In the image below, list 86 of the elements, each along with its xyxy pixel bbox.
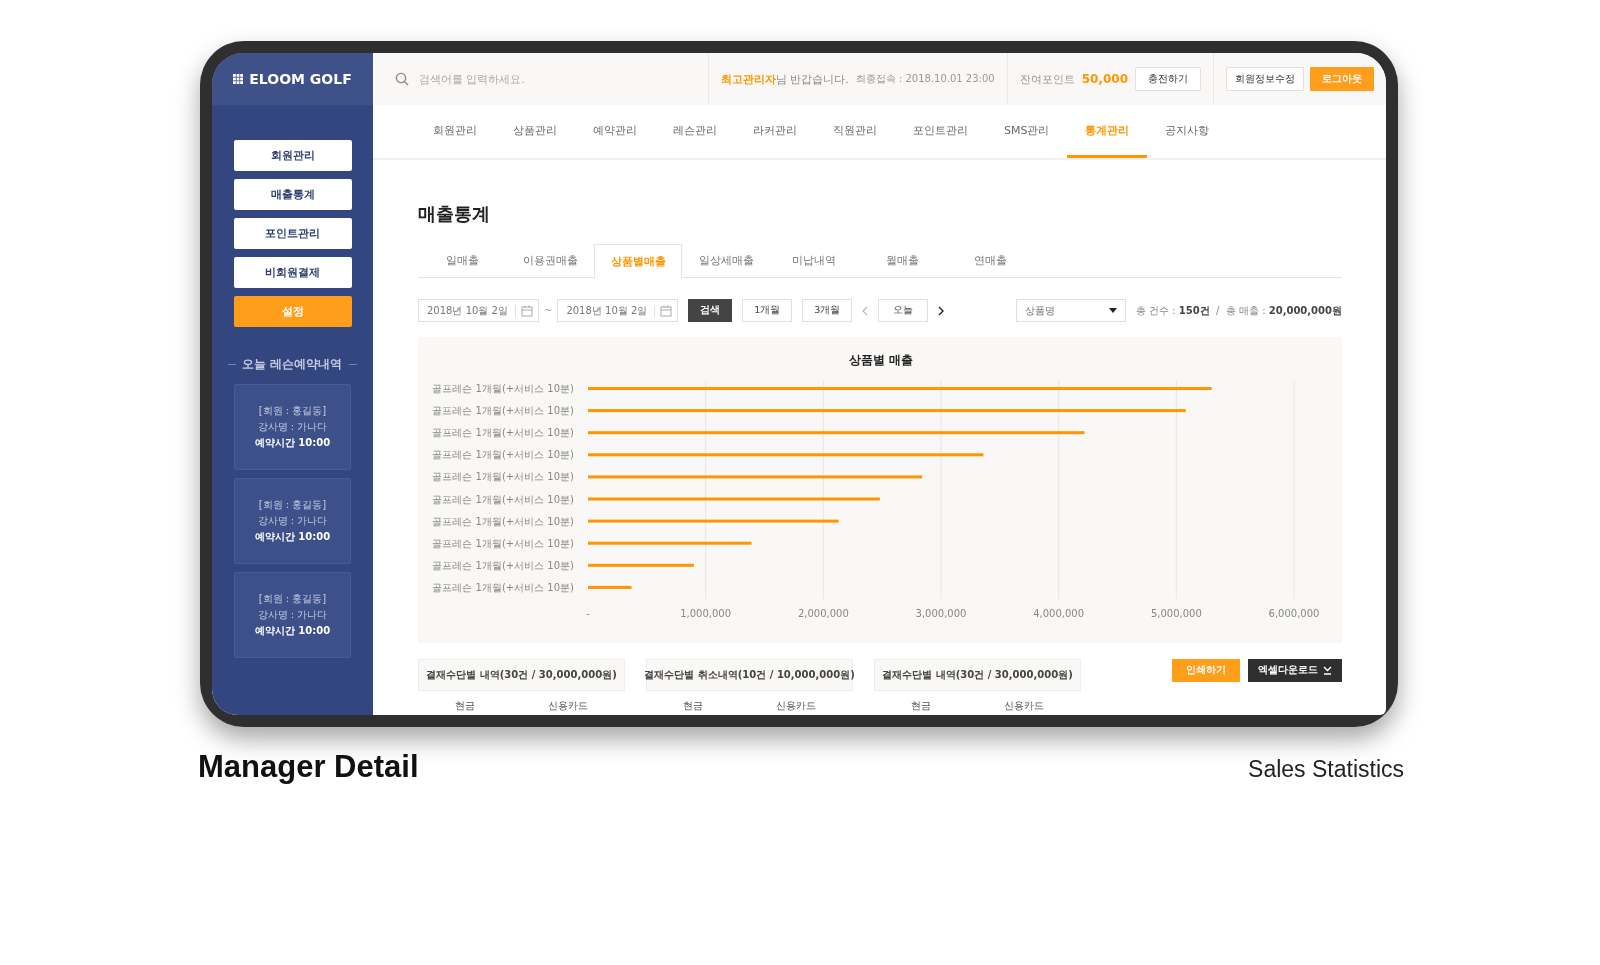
range-separator: ~ xyxy=(544,305,553,316)
category-label: 골프레슨 1개월(+서비스 10분) xyxy=(432,427,574,439)
chevron-left-icon[interactable] xyxy=(862,305,869,316)
nav-tab[interactable]: 예약관리 xyxy=(575,105,655,158)
column-header: 신용카드 xyxy=(1004,699,1045,713)
sub-tab[interactable]: 월매출 xyxy=(858,244,946,277)
category-label: 골프레슨 1개월(+서비스 10분) xyxy=(432,471,574,483)
member-text: [회원 : 홍길동] xyxy=(258,592,327,606)
date-field[interactable]: 2018년 10월 2일 xyxy=(558,305,655,316)
search-icon[interactable] xyxy=(395,72,409,86)
instructor-text: 강사명 : 가나다 xyxy=(257,608,328,622)
summary-text: 총 건수 : 150건 / 총 매출 : 20,000,000원 xyxy=(1135,303,1342,318)
nav-tab[interactable]: 라커관리 xyxy=(735,105,815,158)
category-label: 골프레슨 1개월(+서비스 10분) xyxy=(432,559,574,571)
category-label: 골프레슨 1개월(+서비스 10분) xyxy=(432,581,574,593)
instructor-text: 강사명 : 가나다 xyxy=(257,420,328,434)
category-label: 골프레슨 1개월(+서비스 10분) xyxy=(432,449,574,461)
product-select[interactable]: 상품명 xyxy=(1015,299,1126,322)
nav-tab[interactable]: 공지사항 xyxy=(1147,105,1228,158)
date-picker[interactable]: 2018년 10월 2일 xyxy=(418,299,539,322)
reservation-time: 예약시간 10:00 xyxy=(254,624,331,638)
summary-header: 결재수단별 내역(30건 / 30,000,000원) xyxy=(874,659,1081,691)
sub-tab[interactable]: 연매출 xyxy=(946,244,1034,277)
category-label: 골프레슨 1개월(+서비스 10분) xyxy=(432,537,574,549)
section-title: 오늘 레슨예약내역 xyxy=(242,357,343,372)
nav-tab[interactable]: 회원관리 xyxy=(415,105,495,158)
column-header: 신용카드 xyxy=(548,699,589,713)
page-title: 매출통계 xyxy=(418,202,491,226)
sidebar-button[interactable]: 비회원결제 xyxy=(233,257,352,288)
reservation-time: 예약시간 10:00 xyxy=(254,530,331,544)
reservation-time: 예약시간 10:00 xyxy=(254,436,331,450)
today-button[interactable]: 오늘 xyxy=(878,299,929,322)
column-header: 현금 xyxy=(454,699,475,713)
sub-tab[interactable]: 일매출 xyxy=(418,244,506,277)
caption-title: Manager Detail xyxy=(198,749,419,785)
period-button[interactable]: 1개월 xyxy=(742,299,793,322)
category-label: 골프레슨 1개월(+서비스 10분) xyxy=(432,515,574,527)
date-picker[interactable]: 2018년 10월 2일 xyxy=(557,299,679,322)
axis-tick-label: 3,000,000 xyxy=(915,608,967,619)
nav-tab[interactable]: 직원관리 xyxy=(815,105,895,158)
last-login-text: 최종접속 : 2018.10.01 23:00 xyxy=(855,72,995,86)
axis-tick-label: 1,000,000 xyxy=(680,608,732,619)
sub-tab[interactable]: 미납내역 xyxy=(770,244,858,277)
grid-icon xyxy=(233,74,244,84)
instructor-text: 강사명 : 가나다 xyxy=(257,514,328,528)
axis-tick-label: 6,000,000 xyxy=(1268,608,1320,619)
sidebar-button[interactable]: 회원관리 xyxy=(233,140,352,171)
excel-download-button[interactable]: 엑셀다운로드 xyxy=(1248,659,1342,682)
category-label: 골프레슨 1개월(+서비스 10분) xyxy=(432,405,574,417)
axis-tick-label: 2,000,000 xyxy=(797,608,849,619)
charge-button[interactable]: 충전하기 xyxy=(1135,67,1201,91)
search-button[interactable]: 검색 xyxy=(688,299,733,322)
sidebar-button[interactable]: 매출통계 xyxy=(233,179,352,210)
caret-icon xyxy=(1108,308,1117,313)
member-text: [회원 : 홍길동] xyxy=(258,498,327,512)
axis-tick-label: 4,000,000 xyxy=(1033,608,1085,619)
chevron-right-icon[interactable] xyxy=(938,305,945,316)
points-label: 잔여포인트 xyxy=(1019,71,1075,87)
nav-tab[interactable]: 포인트관리 xyxy=(895,105,986,158)
axis-tick-label: 5,000,000 xyxy=(1150,608,1202,619)
column-header: 신용카드 xyxy=(776,699,817,713)
date-field[interactable]: 2018년 10월 2일 xyxy=(419,305,515,316)
points-value: 50,000 xyxy=(1081,72,1128,86)
search-field[interactable]: 검색어를 입력하세요. xyxy=(417,71,621,87)
caption-subtitle: Sales Statistics xyxy=(1248,756,1404,783)
period-button[interactable]: 3개월 xyxy=(802,299,853,322)
nav-tab[interactable]: SMS관리 xyxy=(986,105,1068,158)
sidebar-button[interactable]: 포인트관리 xyxy=(233,218,352,249)
sub-tab[interactable]: 일상세매출 xyxy=(682,244,770,277)
logo-text: ELOOM GOLF xyxy=(249,71,352,87)
download-icon xyxy=(1323,666,1332,675)
column-header: 현금 xyxy=(910,699,931,713)
member-text: [회원 : 홍길동] xyxy=(258,404,327,418)
profile-button[interactable]: 회원정보수정 xyxy=(1226,67,1304,91)
nav-tab[interactable]: 레슨관리 xyxy=(655,105,735,158)
chart-title: 상품별 매출 xyxy=(849,353,913,367)
sub-tab[interactable]: 이용권매출 xyxy=(506,244,594,277)
column-header: 현금 xyxy=(682,699,703,713)
summary-header: 결재수단별 내역(30건 / 30,000,000원) xyxy=(418,659,625,691)
category-label: 골프레슨 1개월(+서비스 10분) xyxy=(432,383,574,394)
category-label: 골프레슨 1개월(+서비스 10분) xyxy=(432,493,574,505)
bar xyxy=(588,585,632,589)
summary-header: 결재수단별 취소내역(10건 / 10,000,000원) xyxy=(646,659,853,691)
nav-tab[interactable]: 상품관리 xyxy=(495,105,575,158)
axis-tick-label: - xyxy=(586,608,590,619)
greeting-text: 최고관리자님 반갑습니다. xyxy=(720,71,849,87)
